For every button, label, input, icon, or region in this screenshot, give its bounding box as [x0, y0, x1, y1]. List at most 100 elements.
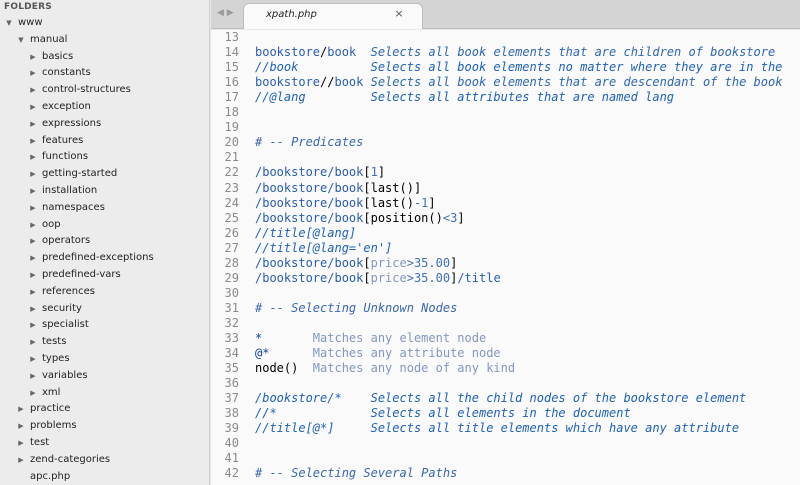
chevron-right-icon[interactable]: ▶	[28, 301, 38, 318]
code-line: /bookstore/book[1]	[255, 165, 385, 180]
tree-item-label: security	[42, 302, 82, 314]
folder-item[interactable]: ▶ operators	[0, 233, 209, 250]
tab-title: xpath.php	[266, 9, 317, 20]
code-token: bookstore	[255, 45, 321, 60]
tab-nav-arrows-icon[interactable]: ◀ ▶	[217, 8, 234, 18]
folder-item[interactable]: ▶ security	[0, 301, 209, 318]
folder-item[interactable]: ▶ variables	[0, 368, 209, 385]
line-number: 40	[224, 436, 239, 451]
chevron-right-icon[interactable]: ▶	[28, 99, 38, 116]
chevron-right-icon[interactable]: ▶	[28, 65, 38, 82]
code-token: //title[@*] Selects all title elements w…	[255, 421, 740, 436]
code-token: ]	[377, 165, 386, 180]
code-token: @*	[255, 346, 270, 361]
chevron-right-icon[interactable]: ▶	[28, 317, 38, 334]
file-item[interactable]: apc.php	[0, 469, 209, 485]
folder-item[interactable]: ▼ www	[0, 15, 209, 32]
folder-item[interactable]: ▶ test	[0, 435, 209, 452]
line-number: 34	[224, 346, 239, 361]
chevron-right-icon[interactable]: ▶	[28, 233, 38, 250]
code-line: /bookstore/book[last()-1]	[255, 196, 436, 211]
line-number: 21	[224, 150, 239, 165]
line-number: 17	[224, 90, 239, 105]
chevron-right-icon[interactable]: ▶	[28, 385, 38, 402]
folder-item[interactable]: ▶ practice	[0, 401, 209, 418]
chevron-right-icon[interactable]: ▶	[28, 250, 38, 267]
line-number: 37	[224, 391, 239, 406]
chevron-right-icon[interactable]: ▶	[28, 166, 38, 183]
code-line: node() Matches any node of any kind	[255, 361, 515, 376]
folder-item[interactable]: ▶ basics	[0, 49, 209, 66]
tree-item-label: problems	[30, 420, 77, 432]
chevron-right-icon[interactable]: ▶	[28, 351, 38, 368]
chevron-right-icon[interactable]: ▶	[28, 267, 38, 284]
code-token: //@lang Selects all attributes that are …	[255, 90, 675, 105]
code-token: /title	[457, 270, 501, 285]
chevron-right-icon[interactable]: ▶	[28, 149, 38, 166]
chevron-down-icon[interactable]: ▼	[16, 32, 26, 49]
code-token: Selects all book elements that are child…	[356, 45, 776, 60]
folder-item[interactable]: ▶ functions	[0, 149, 209, 166]
tree-item-label: apc.php	[30, 470, 71, 482]
chevron-right-icon[interactable]: ▶	[28, 368, 38, 385]
tab-xpath-php[interactable]: xpath.php ×	[243, 3, 423, 29]
chevron-right-icon[interactable]: ▶	[28, 200, 38, 217]
chevron-down-icon[interactable]: ▼	[4, 15, 14, 32]
code-token: /bookstore/book	[255, 255, 364, 270]
folder-item[interactable]: ▶ tests	[0, 334, 209, 351]
tree-item-label: practice	[30, 403, 71, 415]
folder-item[interactable]: ▶ constants	[0, 65, 209, 82]
code-token: Matches any node of any kind	[298, 361, 516, 376]
tree-item-label: features	[42, 134, 84, 146]
folder-item[interactable]: ▶ oop	[0, 217, 209, 234]
folder-item[interactable]: ▶ expressions	[0, 116, 209, 133]
folder-item[interactable]: ▶ getting-started	[0, 166, 209, 183]
code-line: //* Selects all elements in the document	[255, 406, 631, 421]
folder-item[interactable]: ▶ predefined-vars	[0, 267, 209, 284]
code-token: >35.00	[406, 255, 451, 270]
line-number: 23	[224, 180, 239, 195]
tree-item-label: xml	[42, 386, 61, 398]
chevron-right-icon[interactable]: ▶	[28, 49, 38, 66]
line-number: 14	[224, 45, 239, 60]
folder-item[interactable]: ▶ namespaces	[0, 200, 209, 217]
code-line: # -- Selecting Unknown Nodes	[255, 301, 457, 316]
chevron-right-icon[interactable]: ▶	[16, 452, 26, 469]
folders-header: FOLDERS	[4, 2, 52, 12]
chevron-right-icon[interactable]: ▶	[28, 116, 38, 133]
chevron-right-icon[interactable]: ▶	[28, 334, 38, 351]
folder-item[interactable]: ▶ zend-categories	[0, 452, 209, 469]
code-token: [last()]	[363, 180, 422, 195]
folder-item[interactable]: ▶ references	[0, 284, 209, 301]
code-token: /bookstore/book	[255, 210, 364, 225]
folder-item[interactable]: ▶ types	[0, 351, 209, 368]
chevron-right-icon[interactable]: ▶	[16, 418, 26, 435]
code-editor[interactable]: 13 14 bookstore/book Selects all book elem…	[211, 30, 800, 485]
chevron-right-icon[interactable]: ▶	[28, 183, 38, 200]
folder-item[interactable]: ▶ predefined-exceptions	[0, 250, 209, 267]
chevron-right-icon[interactable]: ▶	[28, 133, 38, 150]
chevron-right-icon[interactable]: ▶	[28, 217, 38, 234]
folder-item[interactable]: ▶ installation	[0, 183, 209, 200]
folder-tree: ▼ www ▼ manual ▶ basics ▶ constants ▶ control-str…	[0, 15, 209, 485]
chevron-right-icon[interactable]: ▶	[28, 284, 38, 301]
folder-item[interactable]: ▶ specialist	[0, 317, 209, 334]
folder-item[interactable]: ▶ xml	[0, 385, 209, 402]
tree-item-label: namespaces	[42, 201, 105, 213]
folder-item[interactable]: ▼ manual	[0, 32, 209, 49]
chevron-right-icon[interactable]: ▶	[16, 435, 26, 452]
tree-item-label: predefined-vars	[42, 268, 121, 280]
tree-item-label: specialist	[42, 319, 89, 331]
folder-item[interactable]: ▶ exception	[0, 99, 209, 116]
folder-item[interactable]: ▶ features	[0, 133, 209, 150]
tab-close-icon[interactable]: ×	[392, 7, 406, 20]
chevron-right-icon[interactable]: ▶	[16, 401, 26, 418]
chevron-right-icon[interactable]: ▶	[28, 82, 38, 99]
code-line: bookstore//book Selects all book element…	[255, 75, 782, 90]
folder-item[interactable]: ▶ control-structures	[0, 82, 209, 99]
code-token: Matches any element node	[262, 331, 487, 345]
code-token: >35.00	[406, 270, 451, 285]
tree-item-label: tests	[42, 336, 67, 348]
folder-item[interactable]: ▶ problems	[0, 418, 209, 435]
tree-item-label: control-structures	[42, 84, 131, 96]
